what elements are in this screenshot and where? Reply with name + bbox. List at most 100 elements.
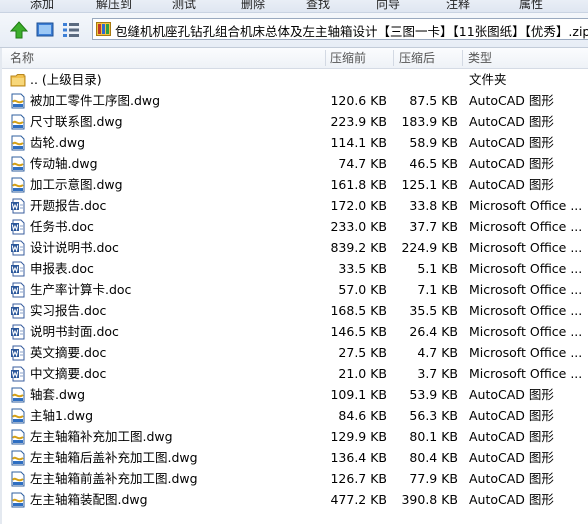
file-name: 生产率计算卡.doc bbox=[30, 282, 132, 297]
toolbar-test-button[interactable]: 测试 bbox=[172, 0, 196, 12]
toolbar: 添加 解压到 测试 删除 查找 向导 注释 属性 bbox=[0, 0, 588, 13]
file-size: 109.1 KB bbox=[330, 387, 387, 402]
file-row[interactable]: 中文摘要.doc 21.0 KB 3.7 KB Microsoft Office ..… bbox=[0, 363, 588, 384]
file-name: 被加工零件工序图.dwg bbox=[30, 93, 161, 108]
type-column-header[interactable]: 类型 bbox=[468, 48, 492, 68]
file-packed-size: 35.5 KB bbox=[409, 303, 458, 318]
parent-folder-row[interactable]: .. (上级目录) 文件夹 bbox=[0, 69, 588, 90]
list-view-icon[interactable] bbox=[60, 19, 82, 41]
file-packed-size: 56.3 KB bbox=[409, 408, 458, 423]
file-row[interactable]: 申报表.doc 33.5 KB 5.1 KB Microsoft Office ... bbox=[0, 258, 588, 279]
file-packed-size: 26.4 KB bbox=[409, 324, 458, 339]
packed-column-header[interactable]: 压缩后 bbox=[399, 48, 435, 68]
file-row[interactable]: 说明书封面.doc 146.5 KB 26.4 KB Microsoft Office… bbox=[0, 321, 588, 342]
file-row[interactable]: 生产率计算卡.doc 57.0 KB 7.1 KB Microsoft Office … bbox=[0, 279, 588, 300]
file-name: 左主轴箱补充加工图.dwg bbox=[30, 429, 173, 444]
file-type: Microsoft Office ... bbox=[469, 345, 583, 360]
toolbar-find-button[interactable]: 查找 bbox=[306, 0, 330, 12]
file-row[interactable]: 加工示意图.dwg 161.8 KB 125.1 KB AutoCAD 图形 bbox=[0, 174, 588, 195]
column-divider[interactable] bbox=[462, 50, 463, 66]
file-name: 传动轴.dwg bbox=[30, 156, 98, 171]
file-size: 146.5 KB bbox=[330, 324, 387, 339]
dwg-file-icon bbox=[10, 135, 26, 151]
file-row[interactable]: 左主轴箱前盖补充加工图.dwg 126.7 KB 77.9 KB AutoCAD 图形 bbox=[0, 468, 588, 489]
file-type: Microsoft Office ... bbox=[469, 303, 583, 318]
file-packed-size: 125.1 KB bbox=[401, 177, 458, 192]
word-doc-icon bbox=[10, 198, 26, 214]
file-size: 233.0 KB bbox=[330, 219, 387, 234]
parent-folder-name: .. (上级目录) bbox=[30, 72, 102, 87]
file-row[interactable]: 英文摘要.doc 27.5 KB 4.7 KB Microsoft Office ..… bbox=[0, 342, 588, 363]
file-name: 申报表.doc bbox=[30, 261, 94, 276]
file-row[interactable]: 任务书.doc 233.0 KB 37.7 KB Microsoft Office .… bbox=[0, 216, 588, 237]
file-packed-size: 33.8 KB bbox=[409, 198, 458, 213]
file-row[interactable]: 左主轴箱补充加工图.dwg 129.9 KB 80.1 KB AutoCAD 图形 bbox=[0, 426, 588, 447]
file-name: 主轴1.dwg bbox=[30, 408, 94, 423]
word-doc-icon bbox=[10, 282, 26, 298]
address-bar-row: 包缝机机座孔钻孔组合机床总体及左主轴箱设计【三图一卡】【11张图纸】【优秀】.z… bbox=[0, 13, 588, 48]
word-doc-icon bbox=[10, 219, 26, 235]
file-name: 左主轴箱前盖补充加工图.dwg bbox=[30, 471, 198, 486]
word-doc-icon bbox=[10, 303, 26, 319]
toolbar-add-button[interactable]: 添加 bbox=[30, 0, 54, 12]
file-type: AutoCAD 图形 bbox=[469, 492, 554, 507]
file-type: AutoCAD 图形 bbox=[469, 450, 554, 465]
file-size: 839.2 KB bbox=[330, 240, 387, 255]
file-type: AutoCAD 图形 bbox=[469, 135, 554, 150]
file-row[interactable]: 传动轴.dwg 74.7 KB 46.5 KB AutoCAD 图形 bbox=[0, 153, 588, 174]
file-type: Microsoft Office ... bbox=[469, 219, 583, 234]
file-size: 136.4 KB bbox=[330, 450, 387, 465]
name-column-header[interactable]: 名称 bbox=[10, 48, 34, 68]
file-packed-size: 58.9 KB bbox=[409, 135, 458, 150]
size-column-header[interactable]: 压缩前 bbox=[330, 48, 366, 68]
file-size: 57.0 KB bbox=[338, 282, 387, 297]
toolbar-wizard-button[interactable]: 向导 bbox=[376, 0, 400, 12]
dwg-file-icon bbox=[10, 450, 26, 466]
word-doc-icon bbox=[10, 240, 26, 256]
file-size: 168.5 KB bbox=[330, 303, 387, 318]
file-row[interactable]: 尺寸联系图.dwg 223.9 KB 183.9 KB AutoCAD 图形 bbox=[0, 111, 588, 132]
up-arrow-icon[interactable] bbox=[8, 19, 30, 41]
word-doc-icon bbox=[10, 261, 26, 277]
file-row[interactable]: 实习报告.doc 168.5 KB 35.5 KB Microsoft Office … bbox=[0, 300, 588, 321]
file-row[interactable]: 左主轴箱后盖补充加工图.dwg 136.4 KB 80.4 KB AutoCAD 图形 bbox=[0, 447, 588, 468]
file-size: 27.5 KB bbox=[338, 345, 387, 360]
toolbar-properties-button[interactable]: 属性 bbox=[519, 0, 543, 12]
file-size: 161.8 KB bbox=[330, 177, 387, 192]
file-type: AutoCAD 图形 bbox=[469, 471, 554, 486]
file-type: AutoCAD 图形 bbox=[469, 93, 554, 108]
file-row[interactable]: 齿轮.dwg 114.1 KB 58.9 KB AutoCAD 图形 bbox=[0, 132, 588, 153]
thumbnail-view-icon[interactable] bbox=[34, 19, 56, 41]
toolbar-extract-button[interactable]: 解压到 bbox=[96, 0, 132, 12]
word-doc-icon bbox=[10, 324, 26, 340]
file-packed-size: 224.9 KB bbox=[401, 240, 458, 255]
dwg-file-icon bbox=[10, 114, 26, 130]
toolbar-delete-button[interactable]: 删除 bbox=[241, 0, 265, 12]
toolbar-comment-button[interactable]: 注释 bbox=[446, 0, 470, 12]
dwg-file-icon bbox=[10, 492, 26, 508]
file-row[interactable]: 轴套.dwg 109.1 KB 53.9 KB AutoCAD 图形 bbox=[0, 384, 588, 405]
file-row[interactable]: 被加工零件工序图.dwg 120.6 KB 87.5 KB AutoCAD 图形 bbox=[0, 90, 588, 111]
column-divider[interactable] bbox=[325, 50, 326, 66]
file-type: Microsoft Office ... bbox=[469, 261, 583, 276]
file-name: 开题报告.doc bbox=[30, 198, 107, 213]
file-name: 齿轮.dwg bbox=[30, 135, 86, 150]
file-list: .. (上级目录) 文件夹 被加工零件工序图.dwg 120.6 KB 87.5 K… bbox=[0, 69, 588, 510]
file-type: AutoCAD 图形 bbox=[469, 114, 554, 129]
column-header: 名称 压缩前 压缩后 类型 bbox=[0, 48, 588, 69]
file-size: 74.7 KB bbox=[338, 156, 387, 171]
address-field[interactable]: 包缝机机座孔钻孔组合机床总体及左主轴箱设计【三图一卡】【11张图纸】【优秀】.z… bbox=[92, 18, 588, 40]
file-packed-size: 53.9 KB bbox=[409, 387, 458, 402]
file-packed-size: 77.9 KB bbox=[409, 471, 458, 486]
file-row[interactable]: 设计说明书.doc 839.2 KB 224.9 KB Microsoft Offic… bbox=[0, 237, 588, 258]
file-type: AutoCAD 图形 bbox=[469, 429, 554, 444]
file-row[interactable]: 主轴1.dwg 84.6 KB 56.3 KB AutoCAD 图形 bbox=[0, 405, 588, 426]
file-size: 126.7 KB bbox=[330, 471, 387, 486]
file-type: Microsoft Office ... bbox=[469, 282, 583, 297]
file-packed-size: 80.1 KB bbox=[409, 429, 458, 444]
file-row[interactable]: 左主轴箱装配图.dwg 477.2 KB 390.8 KB AutoCAD 图形 bbox=[0, 489, 588, 510]
column-divider[interactable] bbox=[393, 50, 394, 66]
file-name: 左主轴箱后盖补充加工图.dwg bbox=[30, 450, 198, 465]
file-packed-size: 4.7 KB bbox=[417, 345, 458, 360]
file-row[interactable]: 开题报告.doc 172.0 KB 33.8 KB Microsoft Office … bbox=[0, 195, 588, 216]
